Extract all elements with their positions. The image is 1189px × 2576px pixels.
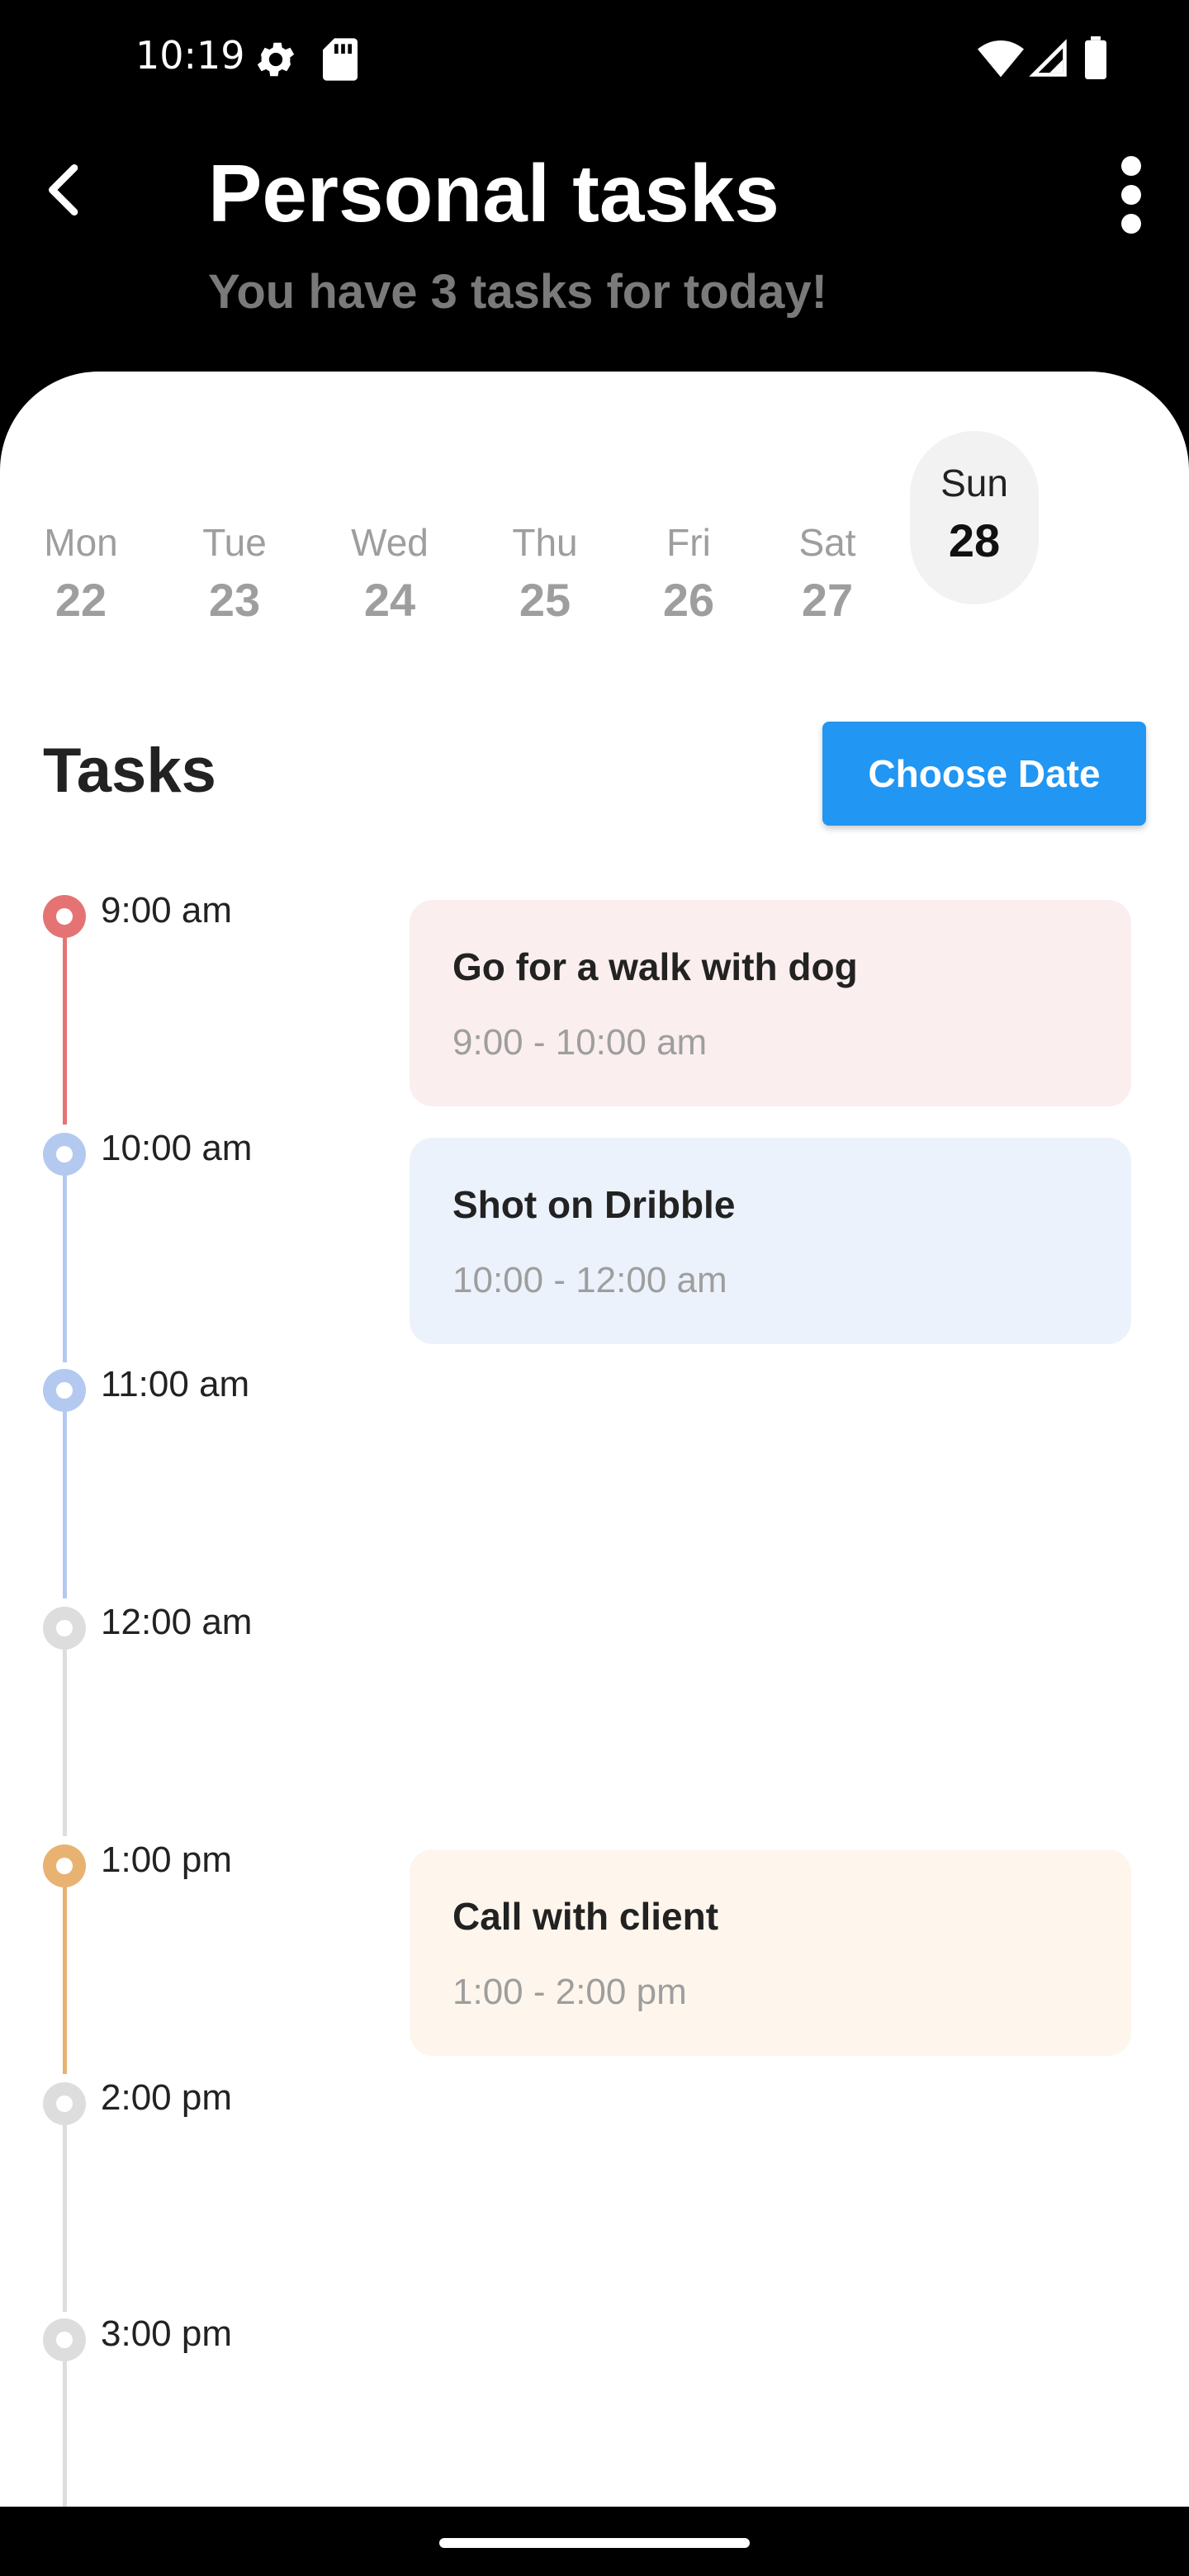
day-sat[interactable]: Sat 27 [763,431,892,626]
timeline-dot [43,2082,86,2125]
timeline-time-label: 12:00 am [101,1602,253,1642]
timeline-dot [43,1369,86,1412]
day-number: 28 [948,514,1001,566]
task-title: Call with client [452,1895,719,1938]
timeline-time-label: 10:00 am [101,1128,253,1168]
timeline-time-label: 2:00 pm [101,2077,232,2118]
day-fri[interactable]: Fri 26 [624,431,753,626]
task-time: 1:00 - 2:00 pm [452,1972,687,2012]
status-time: 10:19 [135,33,245,78]
timeline-segment [63,1154,67,1362]
timeline-dot [43,1607,86,1650]
timeline-time-label: 3:00 pm [101,2313,232,2354]
day-number: 24 [363,574,416,626]
day-name: Sat [798,521,856,564]
task-title: Go for a walk with dog [452,945,858,988]
day-number: 27 [801,574,854,626]
day-mon[interactable]: Mon 22 [17,431,145,626]
settings-gear-icon [253,36,299,87]
day-number: 25 [519,574,571,626]
content-sheet: Mon 22 Tue 23 Wed 24 Thu 25 Fri 26 Sat 2… [0,372,1189,2507]
more-vertical-icon [1121,156,1141,234]
timeline-time-label: 11:00 am [101,1364,250,1404]
task-card[interactable]: Go for a walk with dog 9:00 - 10:00 am [410,900,1131,1106]
timeline-dot [43,1844,86,1887]
more-options-button[interactable] [1106,154,1156,236]
timeline-time-label: 1:00 pm [101,1840,232,1880]
home-gesture-handle[interactable] [439,2538,750,2548]
timeline-dot [43,895,86,938]
task-time: 9:00 - 10:00 am [452,1022,708,1063]
wifi-icon [978,36,1024,83]
task-card[interactable]: Shot on Dribble 10:00 - 12:00 am [410,1138,1131,1344]
day-number: 22 [54,574,107,626]
timeline-segment [63,1390,67,1598]
timeline-time-label: 9:00 am [101,890,232,930]
day-name: Tue [202,521,267,564]
choose-date-button[interactable]: Choose Date [822,722,1146,826]
battery-icon [1083,36,1108,83]
back-arrow-icon [49,164,78,215]
status-bar: 10:19 [0,0,1189,116]
day-name: Wed [351,521,429,564]
day-thu[interactable]: Thu 25 [481,431,609,626]
day-name: Sun [940,462,1008,504]
navigation-bar [0,2507,1189,2576]
task-title: Shot on Dribble [452,1183,736,1226]
timeline-segment [63,1628,67,1836]
timeline-segment [63,916,67,1125]
back-button[interactable] [33,157,99,223]
day-name: Mon [44,521,118,564]
tasks-heading: Tasks [43,736,216,806]
day-wed[interactable]: Wed 24 [325,431,454,626]
day-name: Thu [512,521,578,564]
sd-card-icon [320,36,360,87]
cellular-signal-icon [1027,36,1068,83]
page-title: Personal tasks [208,148,779,239]
timeline-segment [63,1866,67,2074]
day-number: 23 [208,574,261,626]
page-subtitle: You have 3 tasks for today! [208,265,827,319]
day-name: Fri [666,521,711,564]
timeline-segment [63,2104,67,2312]
timeline-dot [43,2318,86,2361]
task-card[interactable]: Call with client 1:00 - 2:00 pm [410,1849,1131,2056]
timeline-segment [63,2340,67,2507]
day-tue[interactable]: Tue 23 [170,431,299,626]
task-time: 10:00 - 12:00 am [452,1260,727,1300]
day-sun[interactable]: Sun 28 [910,431,1039,604]
day-number: 26 [662,574,715,626]
timeline-dot [43,1133,86,1176]
